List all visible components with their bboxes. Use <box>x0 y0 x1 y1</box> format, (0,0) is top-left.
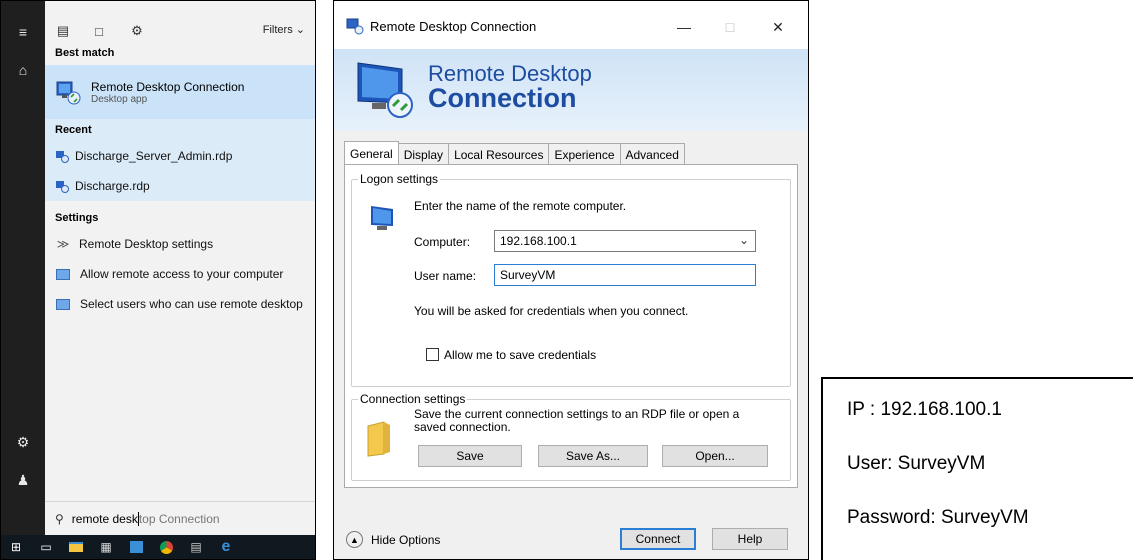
settings-item-select-users[interactable]: Select users who can use remote desktop <box>45 289 315 319</box>
recent-heading: Recent <box>55 124 92 136</box>
task-view-icon[interactable]: ▭ <box>31 535 61 559</box>
connect-button[interactable]: Connect <box>620 528 696 550</box>
logon-settings-group: Logon settings Enter the name of the rem… <box>351 172 791 387</box>
chevron-down-icon: ⌄ <box>295 24 305 36</box>
search-typed-text: remote desk <box>71 511 138 526</box>
close-button[interactable]: ✕ <box>758 13 798 41</box>
banner: Remote Desktop Connection <box>334 49 808 131</box>
settings-heading: Settings <box>55 212 99 224</box>
best-match-subtitle: Desktop app <box>91 93 148 105</box>
settings-item-label: Allow remote access to your computer <box>80 267 284 281</box>
documents-filter-icon[interactable]: □ <box>89 21 109 41</box>
taskbar: ⊞ ▭ ▦ ▤ e <box>1 535 315 559</box>
computer-value: 192.168.100.1 <box>500 234 577 248</box>
general-tab-panel: Logon settings Enter the name of the rem… <box>344 164 798 488</box>
best-match-title: Remote Desktop Connection <box>91 79 245 94</box>
recent-block: Recent Discharge_Server_Admin.rdp Discha… <box>45 119 315 201</box>
tab-display[interactable]: Display <box>397 143 450 165</box>
connection-settings-group: Connection settings Save the current con… <box>351 392 791 481</box>
chevron-up-circle-icon: ▲ <box>346 531 363 548</box>
maximize-button[interactable]: □ <box>710 13 750 41</box>
tab-local-resources[interactable]: Local Resources <box>448 143 550 165</box>
rdc-dialog: Remote Desktop Connection — □ ✕ Remote D… <box>333 0 809 560</box>
apps-filter-icon[interactable]: ▤ <box>53 21 73 41</box>
search-icon: ⚲ <box>55 511 64 526</box>
connection-settings-title: Connection settings <box>358 392 468 406</box>
windows-start-icon[interactable]: ⊞ <box>1 535 31 559</box>
hide-options-toggle[interactable]: ▲ Hide Options <box>346 531 440 548</box>
credentials-info-box: IP : 192.168.100.1 User: SurveyVM Passwo… <box>821 377 1133 560</box>
folder-icon <box>366 418 394 458</box>
username-input[interactable]: SurveyVM <box>494 264 756 286</box>
help-button[interactable]: Help <box>712 528 788 550</box>
info-ip: IP : 192.168.100.1 <box>847 399 1002 420</box>
calculator-icon[interactable]: ▦ <box>91 535 121 559</box>
hamburger-menu-icon[interactable]: ≡ <box>1 15 45 49</box>
remote-desktop-app-icon <box>55 79 81 105</box>
start-menu: ≡ ⌂ ⚙ ♟ ▤ □ ⚙ Filters ⌄ Best match Remot… <box>0 0 316 560</box>
settings-item-remote-desktop[interactable]: ≫ Remote Desktop settings <box>45 229 315 259</box>
photos-app-icon[interactable] <box>121 535 151 559</box>
recent-item-label: Discharge_Server_Admin.rdp <box>75 149 233 163</box>
computer-monitor-icon <box>368 202 400 237</box>
logon-instruction: Enter the name of the remote computer. <box>414 199 627 213</box>
recent-item-label: Discharge.rdp <box>75 179 150 193</box>
rdp-file-icon <box>55 179 69 193</box>
terminal-icon[interactable]: ▤ <box>181 535 211 559</box>
best-match-result[interactable]: Remote Desktop Connection Desktop app <box>45 65 315 119</box>
home-icon[interactable]: ⌂ <box>1 53 45 87</box>
rdc-banner-icon <box>352 57 416 124</box>
tab-experience[interactable]: Experience <box>548 143 621 165</box>
credentials-note: You will be asked for credentials when y… <box>414 304 689 318</box>
monitor-icon <box>56 298 70 310</box>
filters-label: Filters <box>262 24 293 36</box>
save-as-button[interactable]: Save As... <box>538 445 648 467</box>
recent-item[interactable]: Discharge_Server_Admin.rdp <box>45 141 315 171</box>
search-suggestion-text: top Connection <box>138 511 220 526</box>
settings-gear-icon[interactable]: ⚙ <box>1 425 45 459</box>
settings-item-allow-remote[interactable]: Allow remote access to your computer <box>45 259 315 289</box>
rdc-title-icon <box>346 17 364 38</box>
file-explorer-icon[interactable] <box>61 535 91 559</box>
tab-advanced[interactable]: Advanced <box>619 143 685 165</box>
minimize-button[interactable]: — <box>664 13 704 41</box>
monitor-icon <box>56 268 70 280</box>
logon-settings-title: Logon settings <box>358 172 441 186</box>
computer-label: Computer: <box>414 235 471 249</box>
user-account-icon[interactable]: ♟ <box>1 463 45 497</box>
title-bar[interactable]: Remote Desktop Connection — □ ✕ <box>334 1 808 49</box>
settings-item-label: Select users who can use remote desktop <box>80 297 303 311</box>
banner-title-line2: Connection <box>428 83 577 113</box>
settings-filter-icon[interactable]: ⚙ <box>127 21 147 41</box>
search-results-panel: ▤ □ ⚙ Filters ⌄ Best match Remote Deskto <box>45 1 315 535</box>
rdp-file-icon <box>55 149 69 163</box>
open-button[interactable]: Open... <box>662 445 768 467</box>
username-value: SurveyVM <box>500 268 556 282</box>
chrome-browser-icon[interactable] <box>151 535 181 559</box>
username-label: User name: <box>414 269 477 283</box>
info-password: Password: SurveyVM <box>847 507 1029 528</box>
settings-item-label: Remote Desktop settings <box>79 237 214 251</box>
info-user: User: SurveyVM <box>847 453 986 474</box>
hide-options-label: Hide Options <box>371 532 441 547</box>
recent-item[interactable]: Discharge.rdp <box>45 171 315 201</box>
chevron-down-icon[interactable]: ⌄ <box>739 233 749 247</box>
save-credentials-label[interactable]: Allow me to save credentials <box>444 348 596 362</box>
save-credentials-checkbox[interactable] <box>426 348 439 361</box>
tab-general[interactable]: General <box>344 141 399 165</box>
start-rail: ≡ ⌂ ⚙ ♟ <box>1 1 45 535</box>
edge-browser-icon[interactable]: e <box>211 535 241 559</box>
window-title: Remote Desktop Connection <box>370 19 537 34</box>
connection-description: Save the current connection settings to … <box>414 407 740 434</box>
save-button[interactable]: Save <box>418 445 522 467</box>
filters-dropdown[interactable]: Filters ⌄ <box>263 23 305 36</box>
remote-desktop-settings-icon: ≫ <box>56 237 70 251</box>
search-box[interactable]: ⚲ remote desk top Connection <box>45 501 315 535</box>
computer-combobox[interactable]: 192.168.100.1 ⌄ <box>494 230 756 252</box>
tab-strip: General Display Local Resources Experien… <box>344 141 685 165</box>
